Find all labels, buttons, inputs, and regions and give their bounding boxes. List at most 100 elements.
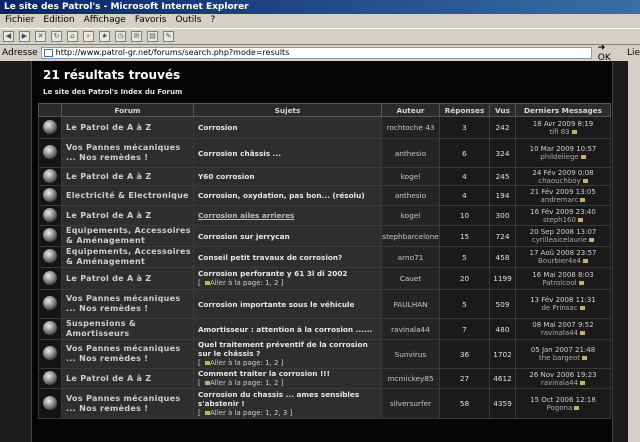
table-row: Vos Pannes mécaniques ... Nos remèdes ! C…: [38, 388, 611, 419]
forum-link[interactable]: Equipements, Accessoires & Aménagement: [61, 246, 194, 268]
goto-post-icon[interactable]: [574, 405, 580, 410]
scrollbar[interactable]: [628, 61, 640, 442]
pager-links[interactable]: Aller à la page: 1, 2, 3 ]: [210, 409, 292, 417]
goto-post-icon[interactable]: [582, 178, 588, 183]
author-link[interactable]: arno71: [381, 246, 440, 268]
topic-link[interactable]: Y60 corrosion: [198, 172, 255, 181]
goto-post-icon[interactable]: [580, 331, 586, 335]
author-link[interactable]: kogel: [381, 205, 440, 226]
last-post-user[interactable]: andremarc: [541, 196, 579, 204]
topic-link[interactable]: Quel traitement préventif de la corrosio…: [198, 341, 368, 359]
topic-link[interactable]: Corrosion châssis ...: [198, 149, 281, 158]
goto-post-icon[interactable]: [579, 306, 585, 310]
topic-link[interactable]: Corrosion sur jerrycan: [198, 232, 290, 241]
forum-link[interactable]: Electricité & Electronique: [61, 185, 194, 206]
go-button[interactable]: ➜ OK: [598, 43, 621, 63]
last-post: 16 Mai 2008 8:03 Patrolcool: [515, 267, 611, 290]
favorites-icon[interactable]: ★: [99, 31, 110, 42]
topic-link[interactable]: Amortisseur : attention à la corrosion .…: [198, 325, 372, 334]
last-post-user[interactable]: Bourbier4x4: [538, 257, 581, 265]
menu-help[interactable]: ?: [210, 15, 215, 25]
menu-affichage[interactable]: Affichage: [84, 15, 126, 25]
forum-link[interactable]: Le Patrol de A à Z: [61, 116, 194, 139]
forum-link[interactable]: Vos Pannes mécaniques ... Nos remèdes !: [61, 339, 194, 369]
forum-link[interactable]: Vos Pannes mécaniques ... Nos remèdes !: [61, 289, 194, 319]
forum-link[interactable]: Equipements, Accessoires & Aménagement: [61, 225, 194, 247]
forum-link[interactable]: Vos Pannes mécaniques ... Nos remèdes !: [61, 138, 194, 168]
menu-fichier[interactable]: Fichier: [5, 15, 34, 25]
author-link[interactable]: anthesio: [381, 138, 440, 168]
pager-links[interactable]: Aller à la page: 1, 2 ]: [210, 379, 283, 387]
author-link[interactable]: mcmickey85: [381, 368, 440, 389]
author-link[interactable]: PAULHAN: [381, 289, 440, 319]
topic-link[interactable]: Corrosion perforante y 61 3l di 2002: [198, 269, 348, 278]
author-link[interactable]: silversurfer: [381, 388, 440, 419]
goto-post-icon[interactable]: [583, 259, 589, 263]
search-icon[interactable]: ⌕: [83, 31, 94, 42]
topic-link[interactable]: Corrosion, oxydation, pas bon... (résolu…: [198, 191, 365, 200]
last-post-user[interactable]: Patrolcool: [542, 279, 576, 287]
author-link[interactable]: Cauet: [381, 267, 440, 290]
menu-edition[interactable]: Edition: [43, 15, 74, 25]
topic-status-icon: [38, 289, 62, 319]
history-icon[interactable]: ◷: [115, 31, 126, 42]
views-count: 4359: [489, 388, 516, 419]
topic-link[interactable]: Conseil petit travaux de corrosion?: [198, 253, 342, 262]
edit-icon[interactable]: ✎: [163, 31, 174, 42]
menu-favoris[interactable]: Favoris: [135, 15, 167, 25]
author-link[interactable]: stephbarcelone: [381, 225, 440, 247]
links-label[interactable]: Lie: [627, 48, 640, 58]
address-input[interactable]: http://www.patrol-gr.net/forums/search.p…: [40, 46, 592, 59]
last-post-user[interactable]: cyrilleaicelaurie: [532, 236, 587, 244]
forum-link[interactable]: Le Patrol de A à Z: [61, 267, 194, 290]
last-post-user[interactable]: phildeliege: [540, 153, 578, 161]
pagination[interactable]: [ Aller à la page: 1, 2 ]: [198, 359, 283, 367]
pagination[interactable]: [ Aller à la page: 1, 2 ]: [198, 379, 283, 387]
goto-post-icon[interactable]: [580, 197, 586, 202]
forum-link[interactable]: Le Patrol de A à Z: [61, 368, 194, 389]
breadcrumb[interactable]: Le site des Patrol's Index du Forum: [43, 88, 182, 96]
last-post-user[interactable]: ravinala44: [541, 329, 578, 337]
forward-icon[interactable]: ▶: [19, 31, 30, 42]
stop-icon[interactable]: ✕: [35, 31, 46, 42]
home-icon[interactable]: ⌂: [67, 31, 78, 42]
print-icon[interactable]: ▤: [147, 31, 158, 42]
goto-post-icon[interactable]: [571, 129, 577, 134]
author-link[interactable]: ravinala44: [381, 318, 440, 340]
topic-link[interactable]: Corrosion ailes arrieres: [198, 211, 294, 220]
last-post-date: 10 Mar 2009 10:57: [529, 145, 597, 153]
last-post-user[interactable]: steph160: [543, 216, 576, 224]
back-icon[interactable]: ◀: [3, 31, 14, 42]
topic-link[interactable]: Corrosion importante sous le véhicule: [198, 300, 355, 309]
topic-link[interactable]: Comment traiter la corrosion !!!: [198, 370, 330, 379]
last-post-user[interactable]: the bargeot: [539, 354, 580, 362]
author-link[interactable]: Sunvirus: [381, 339, 440, 369]
author-link[interactable]: anthesio: [381, 185, 440, 206]
author-link[interactable]: rochtoche 43: [381, 116, 440, 139]
forum-link[interactable]: Suspensions & Amortisseurs: [61, 318, 194, 340]
forum-link[interactable]: Le Patrol de A à Z: [61, 167, 194, 186]
mail-icon[interactable]: ✉: [131, 31, 142, 42]
goto-post-icon[interactable]: [581, 356, 587, 360]
last-post-user[interactable]: Pogona: [547, 404, 573, 412]
last-post-user[interactable]: tifi 83: [549, 128, 569, 136]
goto-post-icon[interactable]: [580, 380, 586, 385]
topic-link[interactable]: Corrosion: [198, 123, 238, 132]
last-post-user[interactable]: de Prinsac: [541, 304, 577, 312]
topic-link[interactable]: Corrosion du chassis ... ames sensibles …: [198, 390, 359, 408]
forum-link[interactable]: Le Patrol de A à Z: [61, 205, 194, 226]
author-link[interactable]: kogel: [381, 167, 440, 186]
goto-post-icon[interactable]: [589, 238, 595, 242]
forum-link[interactable]: Vos Pannes mécaniques ... Nos remèdes !: [61, 388, 194, 419]
pagination[interactable]: [ Aller à la page: 1, 2 ]: [198, 279, 283, 287]
last-post-user[interactable]: chaouchboy: [538, 177, 580, 185]
pagination[interactable]: [ Aller à la page: 1, 2, 3 ]: [198, 409, 292, 417]
pager-links[interactable]: Aller à la page: 1, 2 ]: [210, 279, 283, 287]
menu-outils[interactable]: Outils: [175, 15, 201, 25]
refresh-icon[interactable]: ↻: [51, 31, 62, 42]
pager-links[interactable]: Aller à la page: 1, 2 ]: [210, 359, 283, 367]
last-post-user[interactable]: ravinala44: [541, 379, 578, 387]
goto-post-icon[interactable]: [578, 280, 584, 285]
goto-post-icon[interactable]: [580, 155, 586, 159]
goto-post-icon[interactable]: [577, 217, 583, 222]
